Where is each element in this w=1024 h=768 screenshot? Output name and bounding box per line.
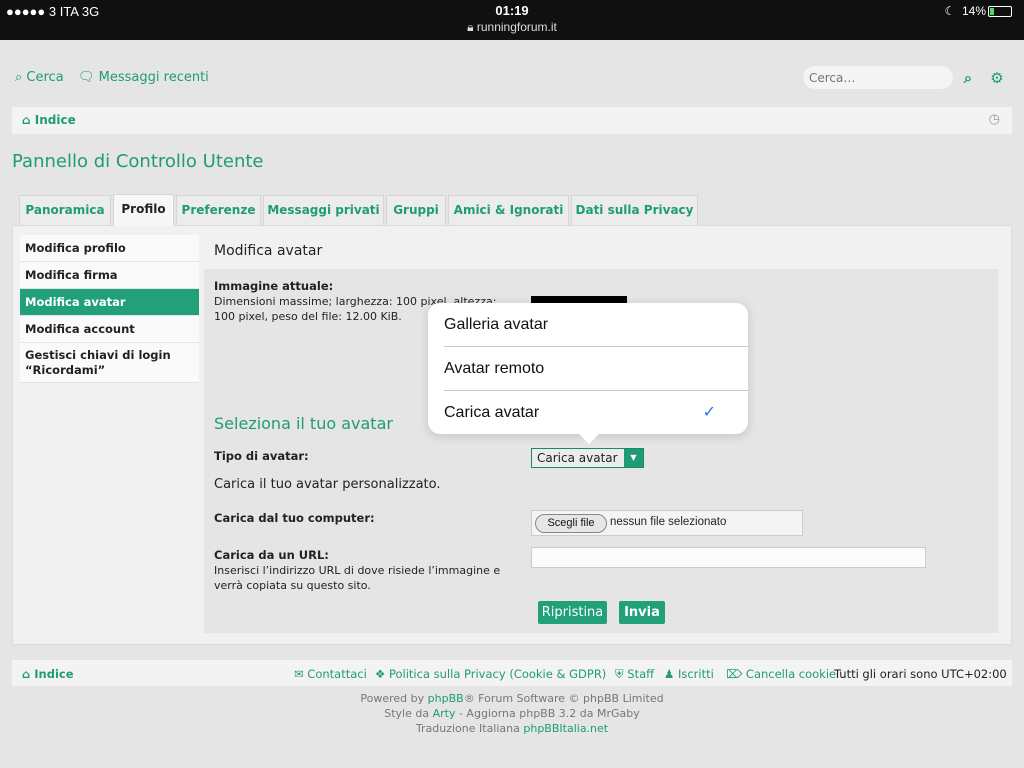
file-status: nessun file selezionato [610,516,727,528]
footer-members-label: Iscritti [677,667,714,681]
battery-percent: 14% [961,4,986,18]
search-icon: ⌕ [15,70,23,85]
battery-icon [988,6,1012,18]
footer-delete-cookies-link[interactable]: ⌦ Cancella cookie [726,667,836,681]
phpbbitalia-link[interactable]: phpBBItalia.net [523,722,608,735]
page-title: Pannello di Controllo Utente [12,151,264,172]
tab-preferenze[interactable]: Preferenze [176,195,261,225]
tab-amici-ignorati[interactable]: Amici & Ignorati [448,195,569,225]
battery-indicator: ☾ 14% [945,4,1012,18]
search-input[interactable] [803,66,953,89]
picker-option-galleria[interactable]: Galleria avatar [444,303,732,347]
avatar-type-value: Carica avatar [537,451,618,465]
submit-button[interactable]: Invia [619,601,665,624]
sidebar-item-modifica-profilo[interactable]: Modifica profilo [20,235,199,262]
upload-url-desc: Inserisci l’indirizzo URL di dove risied… [214,564,501,592]
footer-members-link[interactable]: ♟ Iscritti [664,667,714,681]
search-link[interactable]: ⌕ Cerca [15,70,64,85]
clock-time: 01:19 [495,3,529,18]
search-link-label: Cerca [26,70,64,85]
footer-contact-link[interactable]: ✉ Contattaci [294,667,367,681]
picker-option-carica-label: Carica avatar [444,404,540,421]
footer-staff-label: Staff [627,667,655,681]
upload-description: Carica il tuo avatar personalizzato. [214,477,441,492]
home-icon: ⌂ [22,113,31,127]
footer-home-label: Indice [34,667,74,681]
section-title: Modifica avatar [214,243,323,259]
footer-delete-cookies-label: Cancella cookie [745,667,837,681]
credit-translation-prefix: Traduzione Italiana [415,722,524,735]
credit-translation: Traduzione Italiana phpBBItalia.net [0,722,1024,735]
address-bar[interactable]: 🔒︎ runningforum.it [0,20,1024,35]
upload-computer-label: Carica dal tuo computer: [214,511,375,525]
upload-url-label: Carica da un URL: [214,548,329,562]
picker-option-carica[interactable]: Carica avatar ✓ [444,391,732,435]
clock-icon[interactable]: ◷ [989,112,1000,127]
cubes-icon: ❖ [375,667,386,681]
credit-style-prefix: Style da [384,707,433,720]
sidebar-item-modifica-firma[interactable]: Modifica firma [20,262,199,289]
tab-profilo[interactable]: Profilo [113,194,174,226]
footer-staff-link[interactable]: ⛨ Staff [615,667,654,682]
arty-link[interactable]: Arty [433,707,456,720]
users-icon: ♟ [664,667,675,681]
recent-messages-label: Messaggi recenti [98,70,209,85]
picker-option-remoto[interactable]: Avatar remoto [444,347,732,391]
address-url: runningforum.it [476,20,557,34]
trash-icon: ⌦ [726,667,743,681]
credit-powered: Powered by phpBB® Forum Software © phpBB… [0,692,1024,705]
chat-icon: 🗨︎ [78,70,95,85]
breadcrumb-home-label: Indice [34,113,76,127]
avatar-url-input[interactable] [531,547,926,568]
footer-contact-label: Contattaci [307,667,367,681]
credit-powered-suffix: ® Forum Software © phpBB Limited [463,692,664,705]
gear-icon: ⚙ [990,69,1004,87]
popover-arrow [577,432,601,444]
footer-privacy-label: Politica sulla Privacy (Cookie & GDPR) [388,667,607,681]
checkmark-icon: ✓ [702,404,716,421]
lock-icon: 🔒︎ [467,20,474,34]
footer-privacy-link[interactable]: ❖ Politica sulla Privacy (Cookie & GDPR) [375,667,606,681]
select-avatar-title: Seleziona il tuo avatar [214,414,393,433]
choose-file-button[interactable]: Scegli file [535,514,607,533]
tab-dati-privacy[interactable]: Dati sulla Privacy [571,195,698,225]
sidebar-item-chiavi-login[interactable]: Gestisci chiavi di login “Ricordami” [20,343,199,383]
breadcrumb-home[interactable]: ⌂ Indice [22,113,76,127]
sidebar-item-modifica-avatar[interactable]: Modifica avatar [20,289,199,316]
credit-style: Style da Arty - Aggiorna phpBB 3.2 da Mr… [0,707,1024,720]
status-bar: ●●●●● 3 ITA 3G 01:19 🔒︎ runningforum.it … [0,0,1024,40]
dropdown-arrow-icon: ▼ [624,449,643,467]
file-input[interactable]: Scegli file nessun file selezionato [531,510,803,536]
home-icon: ⌂ [22,667,31,681]
tab-panoramica[interactable]: Panoramica [19,195,111,225]
footer-timezone: Tutti gli orari sono UTC+02:00 [834,667,1007,681]
credit-powered-prefix: Powered by [360,692,428,705]
footer-home-link[interactable]: ⌂ Indice [22,667,74,681]
avatar-type-select[interactable]: Carica avatar ▼ [531,448,644,468]
credit-style-suffix: - Aggiorna phpBB 3.2 da MrGaby [455,707,640,720]
search-icon: ⌕ [963,69,973,87]
tab-messaggi-privati[interactable]: Messaggi privati [263,195,384,225]
breadcrumb-bar: ⌂ Indice ◷ [12,107,1012,134]
shield-icon: ⛨ [615,667,624,681]
tab-gruppi[interactable]: Gruppi [386,195,446,225]
moon-icon: ☾ [944,4,956,18]
reset-button[interactable]: Ripristina [538,601,607,624]
sidebar-item-modifica-account[interactable]: Modifica account [20,316,199,343]
avatar-type-label: Tipo di avatar: [214,449,309,463]
current-image-label: Immagine attuale: [214,279,334,293]
envelope-icon: ✉ [294,667,304,681]
recent-messages-link[interactable]: 🗨︎ Messaggi recenti [78,70,209,85]
phpbb-link[interactable]: phpBB [428,692,464,705]
advanced-search-button[interactable]: ⚙ [985,66,1009,90]
search-button[interactable]: ⌕ [956,66,980,90]
avatar-type-picker: Galleria avatar Avatar remoto Carica ava… [428,303,748,434]
